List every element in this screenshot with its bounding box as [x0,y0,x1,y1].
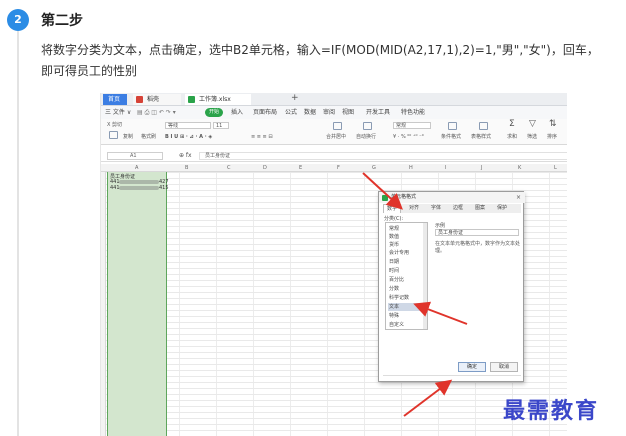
arrow-to-ok-button [403,379,453,417]
annotation-arrows [362,172,468,417]
spreadsheet-screenshot: 首页 稻壳 工作簿.xlsx + 三 文件 ∨ ▤ ⎙ ◫ ↶ ↷ ▾ 开始 插… [100,93,567,436]
instruction-text: 将数字分类为文本，点击确定，选中B2单元格，输入=IF(MOD(MID(A2,1… [41,40,626,82]
instruction-line-2: 即可得员工的性别 [41,64,138,78]
arrow-to-text-category [413,301,468,325]
watermark-logo: 最需教育 [503,398,600,424]
step-title: 第二步 [41,13,83,29]
step-number-badge: 2 [7,9,29,31]
arrow-to-number-tab [362,172,403,210]
instruction-line-1: 将数字分类为文本，点击确定，选中B2单元格，输入=IF(MOD(MID(A2,1… [41,43,599,57]
step-timeline-line [17,31,19,436]
